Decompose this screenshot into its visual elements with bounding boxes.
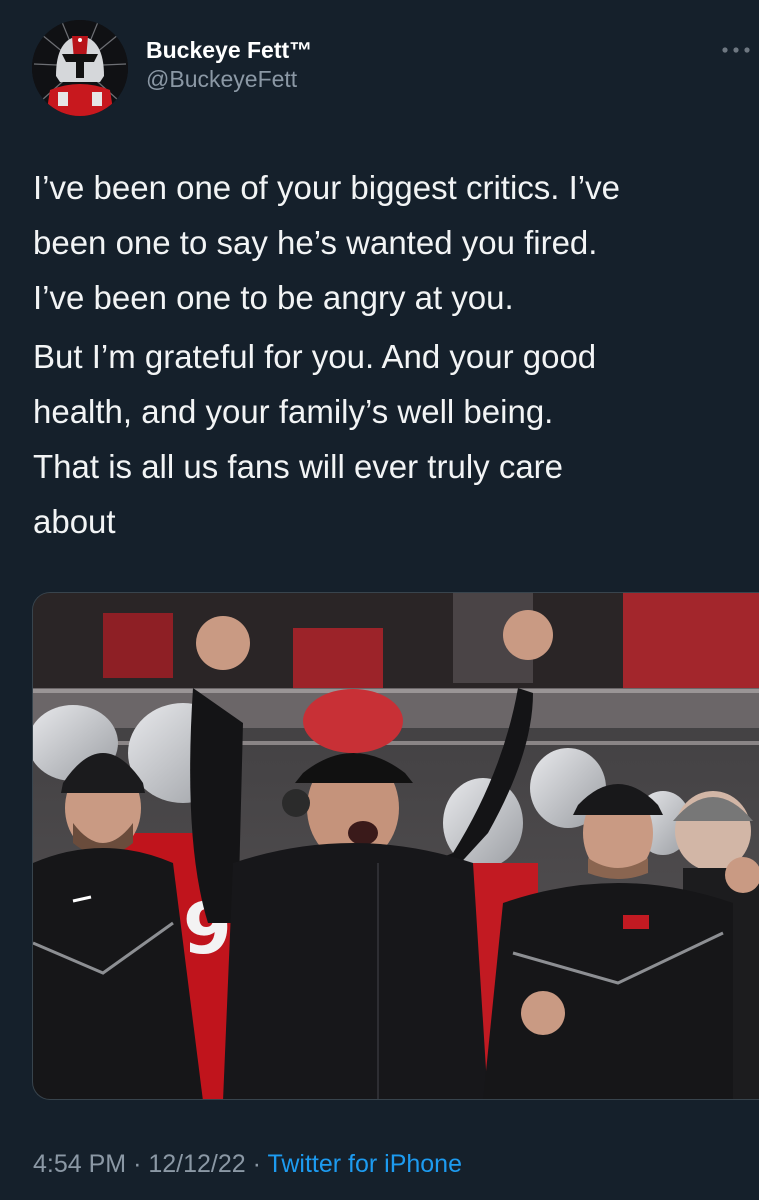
author-handle[interactable]: @BuckeyeFett — [146, 64, 312, 94]
tweet-paragraph: But I’m grateful for you. And your good … — [33, 338, 597, 540]
tweet-date[interactable]: 12/12/22 — [148, 1150, 245, 1178]
sideline-celebration-photo: 9 — [33, 593, 759, 1099]
tweet-source-link[interactable]: Twitter for iPhone — [267, 1150, 462, 1178]
tweet-time[interactable]: 4:54 PM — [33, 1150, 126, 1178]
author-avatar[interactable] — [32, 20, 128, 116]
tweet-text: I’ve been one of your biggest critics. I… — [33, 160, 753, 549]
author-info[interactable]: Buckeye Fett™ @BuckeyeFett — [146, 36, 312, 94]
more-options-button[interactable] — [720, 40, 752, 60]
tweet-photo[interactable]: 9 — [32, 592, 759, 1100]
tweet-meta: 4:54 PM · 12/12/22 · Twitter for iPhone — [33, 1146, 462, 1182]
more-dots-icon — [722, 47, 750, 53]
tweet: Buckeye Fett™ @BuckeyeFett I’ve been one… — [0, 0, 759, 1200]
meta-separator: · — [252, 1150, 261, 1178]
meta-separator: · — [133, 1150, 142, 1178]
helmet-avatar-icon — [32, 20, 128, 116]
author-display-name[interactable]: Buckeye Fett™ — [146, 36, 312, 64]
tweet-paragraph: I’ve been one of your biggest critics. I… — [33, 169, 620, 316]
